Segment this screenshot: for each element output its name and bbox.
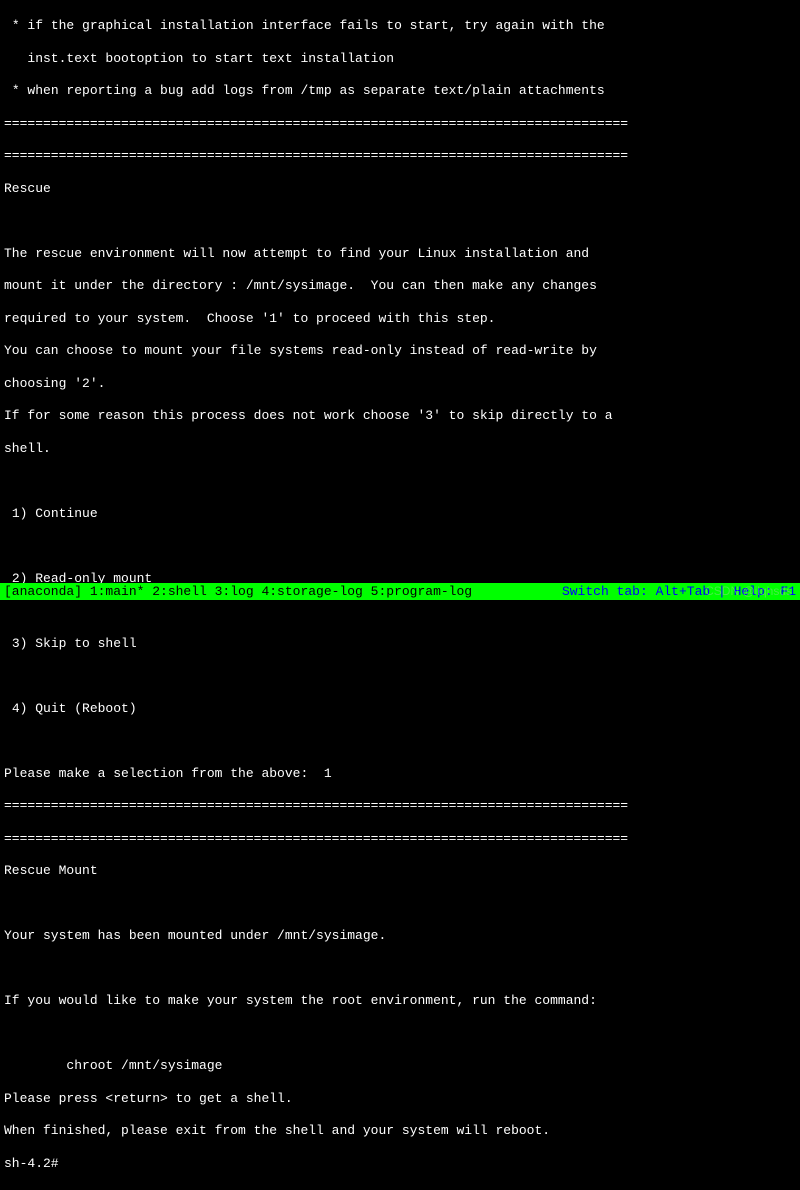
menu-option-skip-shell[interactable]: 3) Skip to shell [4,636,796,652]
menu-option-quit[interactable]: 4) Quit (Reboot) [4,701,796,717]
chroot-command: chroot /mnt/sysimage [4,1058,796,1074]
tmux-status-bar: [anaconda] 1:main* 2:shell 3:log 4:stora… [0,583,800,600]
separator-line: ========================================… [4,148,796,164]
rescue-mount-title: Rescue Mount [4,863,796,879]
rescue-paragraph: The rescue environment will now attempt … [4,246,796,262]
shell-prompt[interactable]: sh-4.2# [4,1156,796,1172]
tip-text: * when reporting a bug add logs from /tm… [4,83,796,99]
mount-message: Your system has been mounted under /mnt/… [4,928,796,944]
blank-line [4,213,796,229]
watermark-text: CSDN @ilqhsds [705,584,792,599]
blank-line [4,668,796,684]
separator-line: ========================================… [4,831,796,847]
prompt-input-value[interactable]: 1 [324,766,332,781]
rescue-paragraph: shell. [4,441,796,457]
prompt-label: Please make a selection from the above: [4,766,324,781]
blank-line [4,961,796,977]
tip-text: * if the graphical installation interfac… [4,18,796,34]
selection-prompt[interactable]: Please make a selection from the above: … [4,766,796,782]
mount-message: Please press <return> to get a shell. [4,1091,796,1107]
rescue-paragraph: required to your system. Choose '1' to p… [4,311,796,327]
rescue-paragraph: You can choose to mount your file system… [4,343,796,359]
separator-line: ========================================… [4,798,796,814]
blank-line [4,733,796,749]
blank-line [4,1026,796,1042]
blank-line [4,538,796,554]
blank-line [4,473,796,489]
blank-line [4,603,796,619]
mount-message: When finished, please exit from the shel… [4,1123,796,1139]
menu-option-continue[interactable]: 1) Continue [4,506,796,522]
rescue-paragraph: mount it under the directory : /mnt/sysi… [4,278,796,294]
blank-line [4,896,796,912]
rescue-title: Rescue [4,181,796,197]
rescue-paragraph: choosing '2'. [4,376,796,392]
status-bar-tabs[interactable]: [anaconda] 1:main* 2:shell 3:log 4:stora… [4,584,562,599]
rescue-paragraph: If for some reason this process does not… [4,408,796,424]
separator-line: ========================================… [4,116,796,132]
tip-text: inst.text bootoption to start text insta… [4,51,796,67]
mount-message: If you would like to make your system th… [4,993,796,1009]
